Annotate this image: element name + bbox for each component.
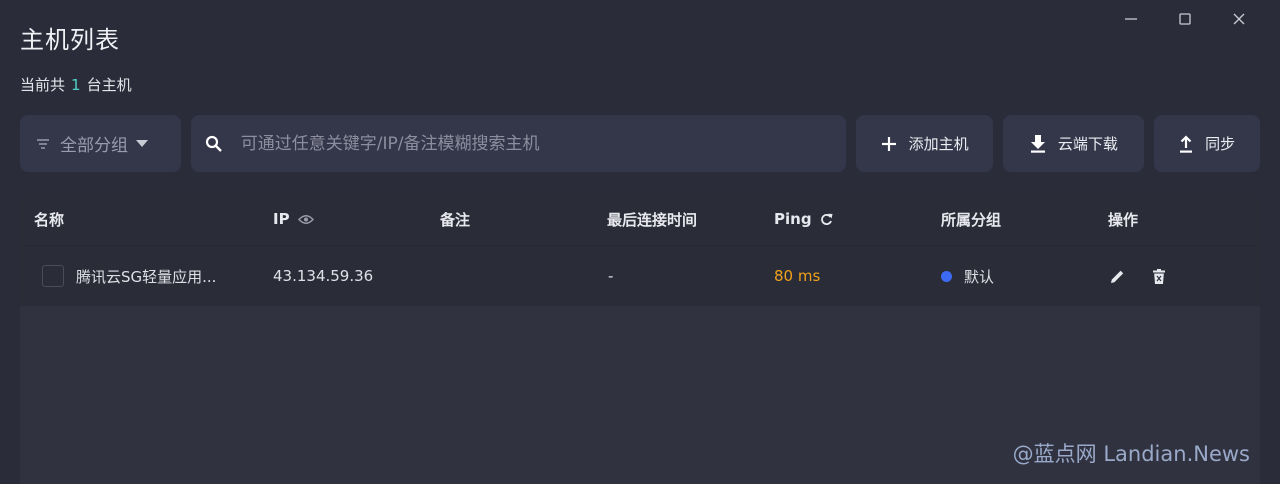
table-row[interactable]: 腾讯云SG轻量应用... 43.134.59.36 - 80 ms 默认: [20, 245, 1260, 306]
cloud-download-button[interactable]: 云端下载: [1003, 115, 1145, 172]
close-button[interactable]: [1212, 6, 1266, 32]
cell-ops: [1110, 268, 1165, 284]
minimize-button[interactable]: [1104, 6, 1158, 32]
cell-ip: 43.134.59.36: [273, 267, 374, 285]
window-controls: [1104, 6, 1266, 32]
delete-button[interactable]: [1153, 268, 1165, 284]
watermark: @蓝点网 Landian.News: [1012, 442, 1250, 466]
refresh-icon[interactable]: [820, 213, 833, 226]
maximize-button[interactable]: [1158, 6, 1212, 32]
header-remark-label: 备注: [440, 210, 471, 229]
group-filter-select[interactable]: 全部分组: [20, 115, 181, 172]
header-group: 所属分组: [941, 209, 1001, 230]
cell-ping: 80 ms: [774, 267, 821, 285]
header-name: 名称: [34, 209, 64, 230]
header-last-conn: 最后连接时间: [607, 209, 697, 230]
download-icon: [1030, 134, 1045, 153]
row-checkbox[interactable]: [42, 265, 64, 287]
header-group-label: 所属分组: [941, 210, 1002, 229]
filter-icon: [37, 138, 49, 149]
add-host-label: 添加主机: [908, 135, 969, 153]
group-color-dot: [941, 270, 952, 282]
host-count-number: 1: [71, 76, 81, 94]
minimize-icon: [1125, 18, 1137, 20]
host-count: 当前共 1 台主机: [20, 74, 132, 95]
host-name: 腾讯云SG轻量应用...: [76, 267, 217, 286]
host-count-suffix: 台主机: [86, 76, 132, 94]
search-icon: [205, 135, 222, 152]
group-name: 默认: [964, 267, 995, 286]
search-input[interactable]: [240, 133, 821, 154]
close-icon: [1233, 13, 1245, 25]
header-ops-label: 操作: [1108, 210, 1139, 229]
sync-label: 同步: [1205, 135, 1236, 153]
group-filter-label: 全部分组: [60, 136, 128, 156]
page-title: 主机列表: [20, 26, 120, 54]
cell-name: 腾讯云SG轻量应用...: [42, 265, 216, 287]
header-ping-label: Ping: [774, 210, 812, 228]
header-ip: IP: [273, 210, 314, 228]
cell-group: 默认: [941, 266, 994, 287]
header-ops: 操作: [1108, 209, 1138, 230]
edit-button[interactable]: [1110, 269, 1125, 284]
host-count-prefix: 当前共: [20, 76, 66, 94]
sync-button[interactable]: 同步: [1154, 115, 1260, 172]
plus-icon: [881, 136, 896, 151]
header-name-label: 名称: [34, 210, 65, 229]
header-last-conn-label: 最后连接时间: [607, 210, 698, 229]
add-host-button[interactable]: 添加主机: [855, 115, 994, 172]
toolbar: 全部分组 添加主机 云端下载 同步: [20, 115, 1260, 172]
pencil-icon: [1111, 270, 1124, 283]
search-box: [190, 115, 846, 172]
chevron-down-icon: [136, 139, 148, 147]
cell-last-conn: -: [608, 267, 614, 285]
maximize-icon: [1179, 13, 1191, 25]
trash-icon: [1153, 268, 1165, 284]
upload-icon: [1180, 134, 1193, 153]
header-ip-label: IP: [273, 210, 290, 228]
table-header: 名称 IP 备注 最后连接时间 Ping 所属分组 操作: [20, 193, 1260, 245]
header-ping: Ping: [774, 210, 833, 228]
cloud-download-label: 云端下载: [1057, 135, 1118, 153]
eye-icon[interactable]: [297, 214, 314, 225]
header-remark: 备注: [440, 209, 470, 230]
